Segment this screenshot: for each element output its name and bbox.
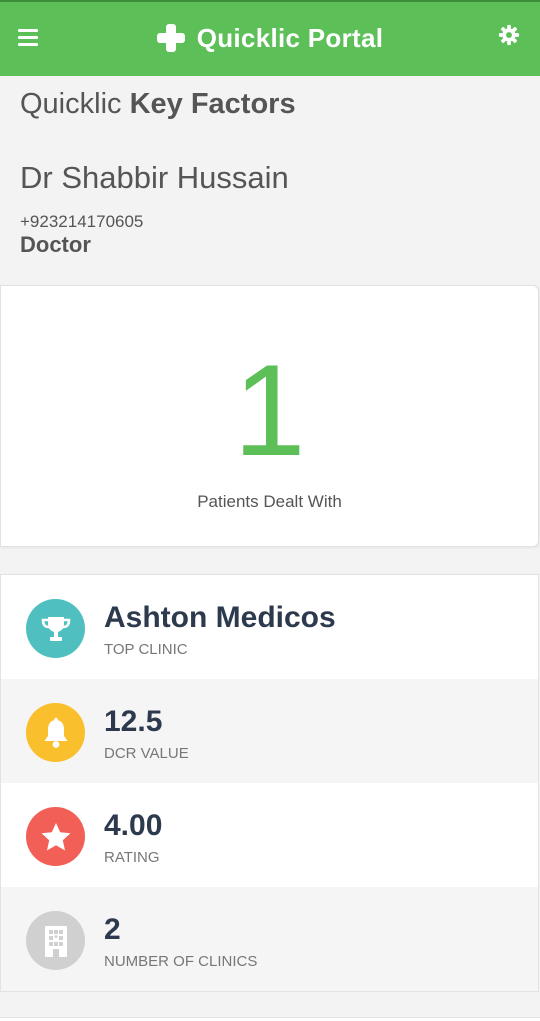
factor-icon-circle <box>26 807 85 866</box>
trophy-icon <box>41 616 70 641</box>
factor-value: 12.5 <box>104 705 163 738</box>
brand: Quicklic Portal <box>0 18 540 58</box>
factor-icon-circle <box>26 599 85 658</box>
factor-caption: TOP CLINIC <box>104 641 188 658</box>
doctor-name: Dr Shabbir Hussain <box>20 160 289 195</box>
doctor-phone: +923214170605 <box>20 212 144 231</box>
factor-number-of-clinics: 2 NUMBER OF CLINICS <box>1 887 538 991</box>
star-icon <box>41 822 70 850</box>
factor-caption: NUMBER OF CLINICS <box>104 953 258 970</box>
factor-value: 4.00 <box>104 809 163 842</box>
patients-count: 1 <box>233 337 306 483</box>
factor-caption: DCR VALUE <box>104 745 189 762</box>
page-title: Quicklic Key Factors <box>20 88 296 121</box>
factor-dcr-value: 12.5 DCR VALUE <box>1 679 538 783</box>
building-icon <box>44 925 67 957</box>
factor-rating: 4.00 RATING <box>1 783 538 887</box>
page-title-prefix: Quicklic <box>20 88 122 120</box>
factor-icon-circle <box>26 911 85 970</box>
app-bar: Quicklic Portal <box>0 0 540 76</box>
gear-icon[interactable] <box>498 24 520 46</box>
factor-top-clinic: Ashton Medicos TOP CLINIC <box>1 575 538 679</box>
next-card-edge <box>0 1017 540 1021</box>
factor-caption: RATING <box>104 849 160 866</box>
factor-value: 2 <box>104 913 121 946</box>
app-title: Quicklic Portal <box>196 22 384 53</box>
plus-cross-icon <box>156 24 185 52</box>
factor-value: Ashton Medicos <box>104 601 336 634</box>
key-factors-list: Ashton Medicos TOP CLINIC 12.5 DCR VALUE… <box>0 574 539 992</box>
doctor-role: Doctor <box>20 232 91 257</box>
patients-label: Patients Dealt With <box>197 492 342 511</box>
page-title-bold: Key Factors <box>129 88 296 120</box>
patients-stat-card: 1 Patients Dealt With <box>0 285 539 547</box>
bell-icon <box>44 717 67 748</box>
factor-icon-circle <box>26 703 85 762</box>
